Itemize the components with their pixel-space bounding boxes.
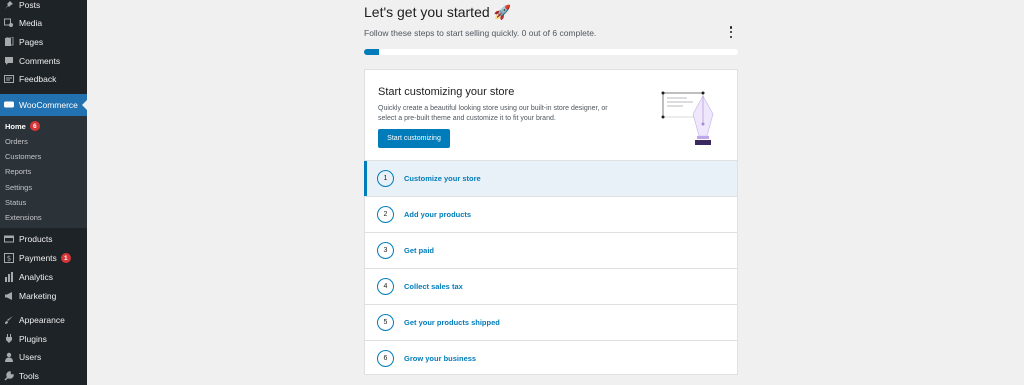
menu-label: Users bbox=[19, 352, 42, 362]
menu-label: Appearance bbox=[19, 315, 65, 325]
menu-label: WooCommerce bbox=[19, 100, 78, 110]
task-label: Get paid bbox=[404, 246, 435, 255]
submenu-label: Settings bbox=[5, 182, 33, 192]
submenu-item-home[interactable]: Home 6 bbox=[5, 119, 40, 133]
step-number: 6 bbox=[377, 350, 394, 367]
menu-item-tools[interactable]: Tools bbox=[0, 366, 87, 385]
task-label: Get your products shipped bbox=[404, 318, 500, 327]
pen-illustration-icon bbox=[661, 91, 714, 145]
menu-label: Posts bbox=[19, 0, 41, 10]
menu-item-pages[interactable]: Pages bbox=[0, 32, 87, 52]
submenu-item-status[interactable]: Status bbox=[5, 195, 26, 209]
woocommerce-submenu: Home 6 Orders Customers Reports Settings… bbox=[0, 116, 87, 228]
feedback-icon bbox=[4, 74, 14, 84]
task-shipping[interactable]: 5 Get your products shipped bbox=[365, 304, 737, 340]
notification-badge: 6 bbox=[29, 121, 40, 131]
more-options-icon[interactable] bbox=[726, 25, 736, 39]
menu-label: Plugins bbox=[19, 334, 47, 344]
menu-label: Tools bbox=[19, 371, 39, 381]
submenu-label: Extensions bbox=[5, 212, 42, 222]
progress-fill bbox=[364, 49, 379, 55]
start-customizing-button[interactable]: Start customizing bbox=[378, 129, 450, 148]
users-icon bbox=[4, 352, 14, 362]
submenu-label: Status bbox=[5, 197, 27, 207]
menu-label: Feedback bbox=[19, 74, 57, 84]
menu-item-payments[interactable]: $ Payments 1 bbox=[0, 248, 87, 268]
woo-icon bbox=[4, 100, 14, 110]
megaphone-icon bbox=[4, 291, 14, 301]
task-label: Add your products bbox=[404, 210, 472, 219]
step-number: 5 bbox=[377, 314, 394, 331]
current-arrow bbox=[82, 100, 87, 110]
admin-sidebar: Posts Media Pages Comments Feedback WooC… bbox=[0, 0, 87, 385]
step-number: 4 bbox=[377, 278, 394, 295]
products-icon bbox=[4, 234, 14, 244]
menu-item-media[interactable]: Media bbox=[0, 13, 87, 33]
task-grow-business[interactable]: 6 Grow your business bbox=[365, 340, 737, 376]
task-add-products[interactable]: 2 Add your products bbox=[365, 196, 737, 232]
submenu-label: Home bbox=[5, 121, 26, 131]
step-number: 3 bbox=[377, 242, 394, 259]
brush-icon bbox=[4, 315, 14, 325]
notification-badge: 1 bbox=[60, 253, 71, 263]
pin-icon bbox=[4, 0, 14, 10]
menu-label: Analytics bbox=[19, 272, 54, 282]
media-icon bbox=[4, 18, 14, 28]
task-label: Customize your store bbox=[404, 174, 481, 183]
menu-label: Comments bbox=[19, 56, 61, 66]
payments-icon: $ bbox=[4, 253, 14, 263]
menu-item-comments[interactable]: Comments bbox=[0, 51, 87, 71]
analytics-icon bbox=[4, 272, 14, 282]
submenu-item-reports[interactable]: Reports bbox=[5, 164, 31, 178]
task-customize-store[interactable]: 1 Customize your store bbox=[364, 160, 737, 196]
submenu-item-extensions[interactable]: Extensions bbox=[5, 210, 42, 224]
plugin-icon bbox=[4, 334, 14, 344]
pages-icon bbox=[4, 37, 14, 47]
task-label: Grow your business bbox=[404, 354, 477, 363]
submenu-label: Orders bbox=[5, 136, 28, 146]
submenu-label: Reports bbox=[5, 166, 32, 176]
menu-label: Payments bbox=[19, 253, 57, 263]
step-number: 2 bbox=[377, 206, 394, 223]
svg-text:$: $ bbox=[7, 255, 11, 263]
wrench-icon bbox=[4, 371, 14, 381]
submenu-item-settings[interactable]: Settings bbox=[5, 180, 32, 194]
menu-item-analytics[interactable]: Analytics bbox=[0, 267, 87, 287]
page-title: Let's get you started 🚀 bbox=[364, 4, 511, 20]
menu-label: Media bbox=[19, 18, 43, 28]
submenu-item-customers[interactable]: Customers bbox=[5, 149, 41, 163]
progress-summary: Follow these steps to start selling quic… bbox=[364, 28, 597, 38]
task-collect-sales-tax[interactable]: 4 Collect sales tax bbox=[365, 268, 737, 304]
comment-icon bbox=[4, 56, 14, 66]
hero-description: Quickly create a beautiful looking store… bbox=[378, 105, 608, 122]
menu-label: Pages bbox=[19, 37, 44, 47]
menu-label: Marketing bbox=[19, 291, 57, 301]
submenu-item-orders[interactable]: Orders bbox=[5, 134, 28, 148]
menu-item-woocommerce[interactable]: WooCommerce bbox=[0, 94, 87, 116]
task-hero: Start customizing your store Quickly cre… bbox=[365, 70, 737, 160]
submenu-label: Customers bbox=[5, 151, 42, 161]
menu-item-feedback[interactable]: Feedback bbox=[0, 69, 87, 89]
step-number: 1 bbox=[377, 170, 394, 187]
task-label: Collect sales tax bbox=[404, 282, 463, 291]
menu-item-appearance[interactable]: Appearance bbox=[0, 310, 87, 330]
setup-task-list: Start customizing your store Quickly cre… bbox=[364, 69, 738, 375]
task-get-paid[interactable]: 3 Get paid bbox=[365, 232, 737, 268]
hero-title: Start customizing your store bbox=[378, 86, 515, 98]
menu-item-products[interactable]: Products bbox=[0, 229, 87, 249]
setup-progress-bar bbox=[364, 49, 738, 55]
menu-label: Products bbox=[19, 234, 53, 244]
menu-item-users[interactable]: Users bbox=[0, 347, 87, 367]
menu-item-plugins[interactable]: Plugins bbox=[0, 329, 87, 349]
menu-item-marketing[interactable]: Marketing bbox=[0, 286, 87, 306]
